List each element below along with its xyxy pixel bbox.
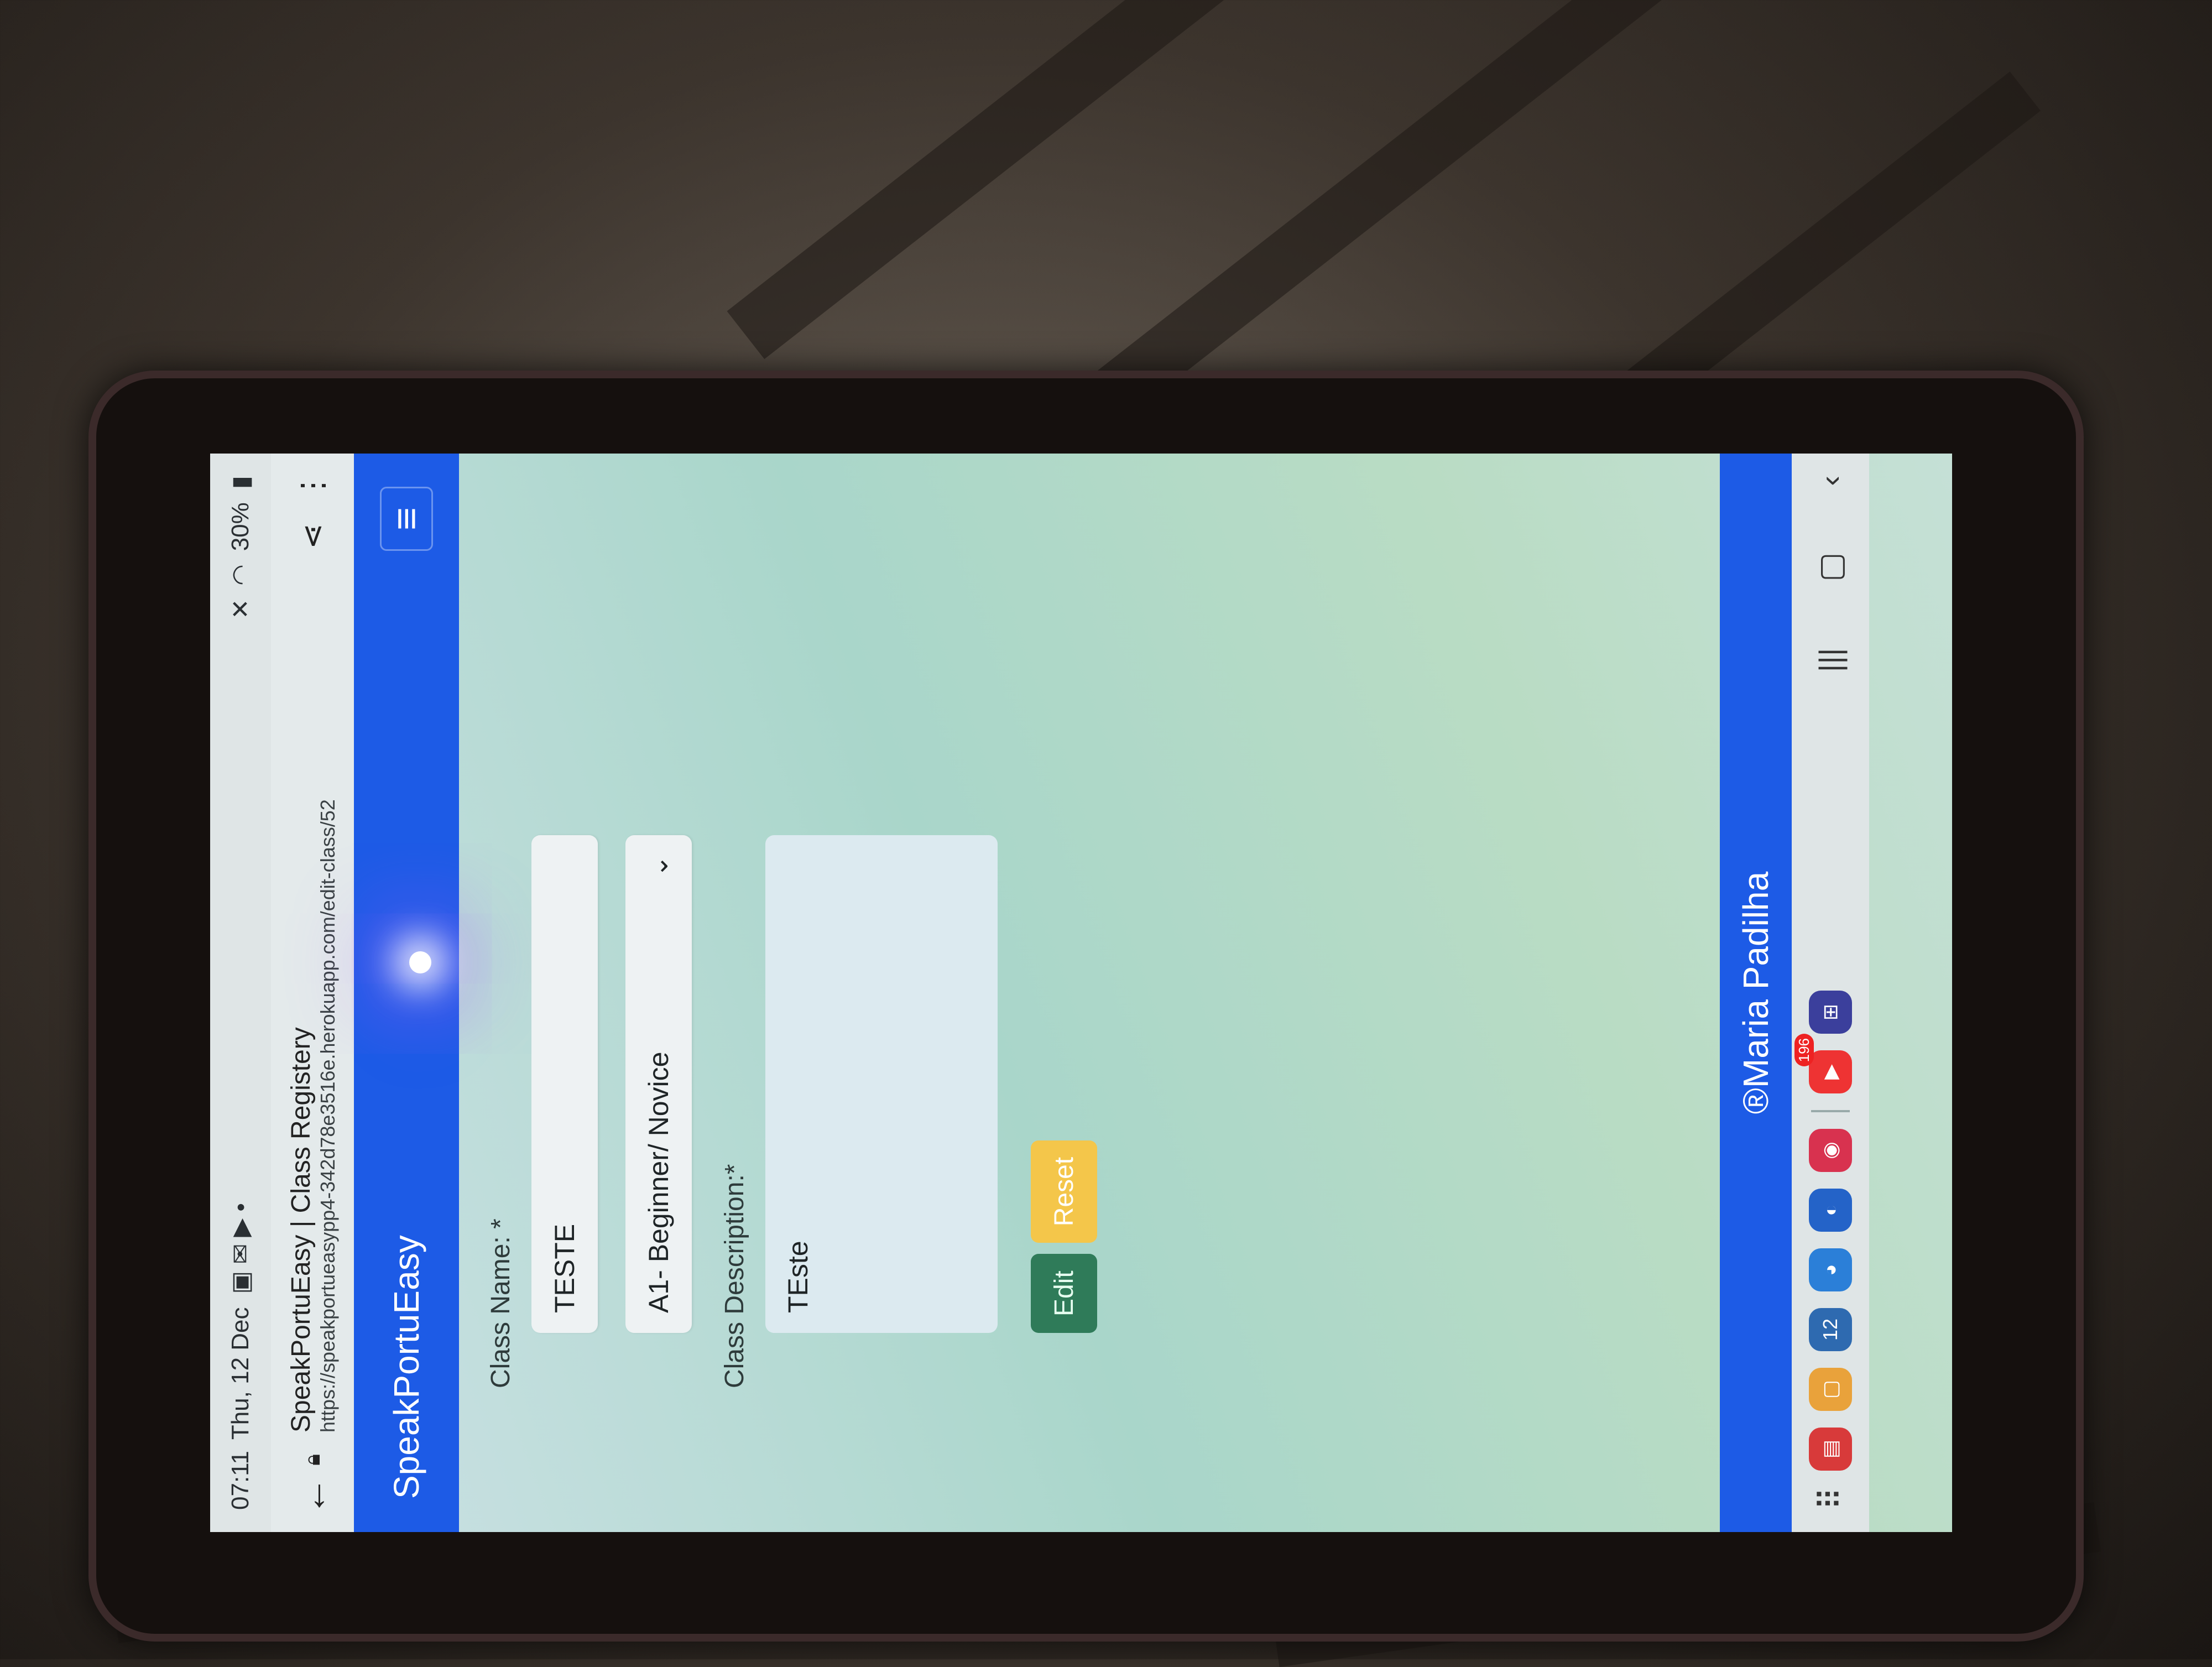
pdf-app-icon[interactable]: ▤ (1809, 1427, 1852, 1471)
reset-button[interactable]: Reset (1031, 1140, 1097, 1243)
notification-icons: ▣ ✉ ▶ • (227, 1203, 254, 1294)
notification-badge: 196 (1794, 1033, 1814, 1067)
grid-app-icon[interactable]: ⊞ (1809, 990, 1852, 1034)
more-options-icon[interactable]: ⋮ (294, 470, 331, 501)
mute-icon: ✕ (227, 598, 254, 619)
page-title: SpeakPortuEasy | Class Registery (286, 1027, 316, 1432)
notes-app-icon[interactable]: ▢ (1809, 1367, 1852, 1411)
level-select[interactable]: A1- Beginner/ Novice ⌄ (625, 835, 692, 1333)
hamburger-menu-icon[interactable]: ≡ (380, 487, 433, 551)
youtube-app-icon[interactable]: ▶ 196 (1794, 1033, 1852, 1093)
edit-class-form: Class Name: * TESTE A1- Beginner/ Novice… (476, 725, 1097, 1388)
back-arrow-icon[interactable]: ← (290, 1466, 335, 1515)
lock-icon[interactable]: 🔒︎ (300, 1432, 325, 1466)
status-time: 07:11 (227, 1451, 254, 1510)
tablet-screen: 07:11 Thu, 12 Dec ▣ ✉ ▶ • ✕ ◠ 30% ▮ ← 🔒︎… (210, 454, 1952, 1532)
calendar-day: 12 (1819, 1318, 1841, 1341)
camera-app-icon[interactable]: ◉ (1809, 1128, 1852, 1172)
class-name-input[interactable]: TESTE (531, 835, 598, 1333)
class-name-label: Class Name: * (486, 1218, 515, 1388)
site-footer: ®Maria Padilha (1720, 454, 1792, 1532)
app-drawer-icon[interactable]: ⠿ (1812, 1487, 1849, 1510)
light-glare (409, 951, 431, 973)
share-icon[interactable]: ⋖ (294, 523, 331, 549)
app-dock: ⠿ ▤ ▢ 12 ◕ ◐ ◉ ▶ 196 ⊞ ||| ▢ ‹ (1792, 454, 1869, 1532)
address-bar[interactable]: SpeakPortuEasy | Class Registery https:/… (286, 560, 340, 1432)
calendar-app-icon[interactable]: 12 (1809, 1307, 1852, 1351)
level-select-value: A1- Beginner/ Novice (643, 1051, 674, 1313)
site-brand[interactable]: SpeakPortuEasy (386, 1235, 427, 1499)
recent-apps-icon[interactable]: ||| (1812, 648, 1849, 673)
status-date: Thu, 12 Dec (227, 1307, 254, 1440)
footer-copyright: ®Maria Padilha (1736, 871, 1776, 1114)
chevron-down-icon: ⌄ (644, 855, 674, 878)
battery-icon: ▮ (227, 476, 254, 489)
dock-separator (1811, 1109, 1850, 1112)
page-url: https://speakportueasypp4-342d78e3516e.h… (316, 799, 339, 1432)
class-description-textarea[interactable]: TEste (765, 835, 998, 1333)
battery-percent: 30% (227, 502, 254, 551)
wifi-icon: ◠ (227, 564, 254, 586)
edge-app-icon[interactable]: ◕ (1809, 1248, 1852, 1291)
browser-toolbar: ← 🔒︎ SpeakPortuEasy | Class Registery ht… (271, 454, 354, 1532)
class-description-label: Class Description:* (720, 1164, 749, 1388)
screen-area: 07:11 Thu, 12 Dec ▣ ✉ ▶ • ✕ ◠ 30% ▮ ← 🔒︎… (210, 454, 1952, 1532)
nav-back-icon[interactable]: ‹ (1812, 476, 1849, 486)
edit-button[interactable]: Edit (1031, 1254, 1097, 1333)
status-bar: 07:11 Thu, 12 Dec ▣ ✉ ▶ • ✕ ◠ 30% ▮ (210, 454, 271, 1532)
site-navbar: SpeakPortuEasy ≡ (354, 454, 459, 1532)
home-icon[interactable]: ▢ (1812, 553, 1849, 582)
browser-app-icon[interactable]: ◐ (1809, 1188, 1852, 1232)
